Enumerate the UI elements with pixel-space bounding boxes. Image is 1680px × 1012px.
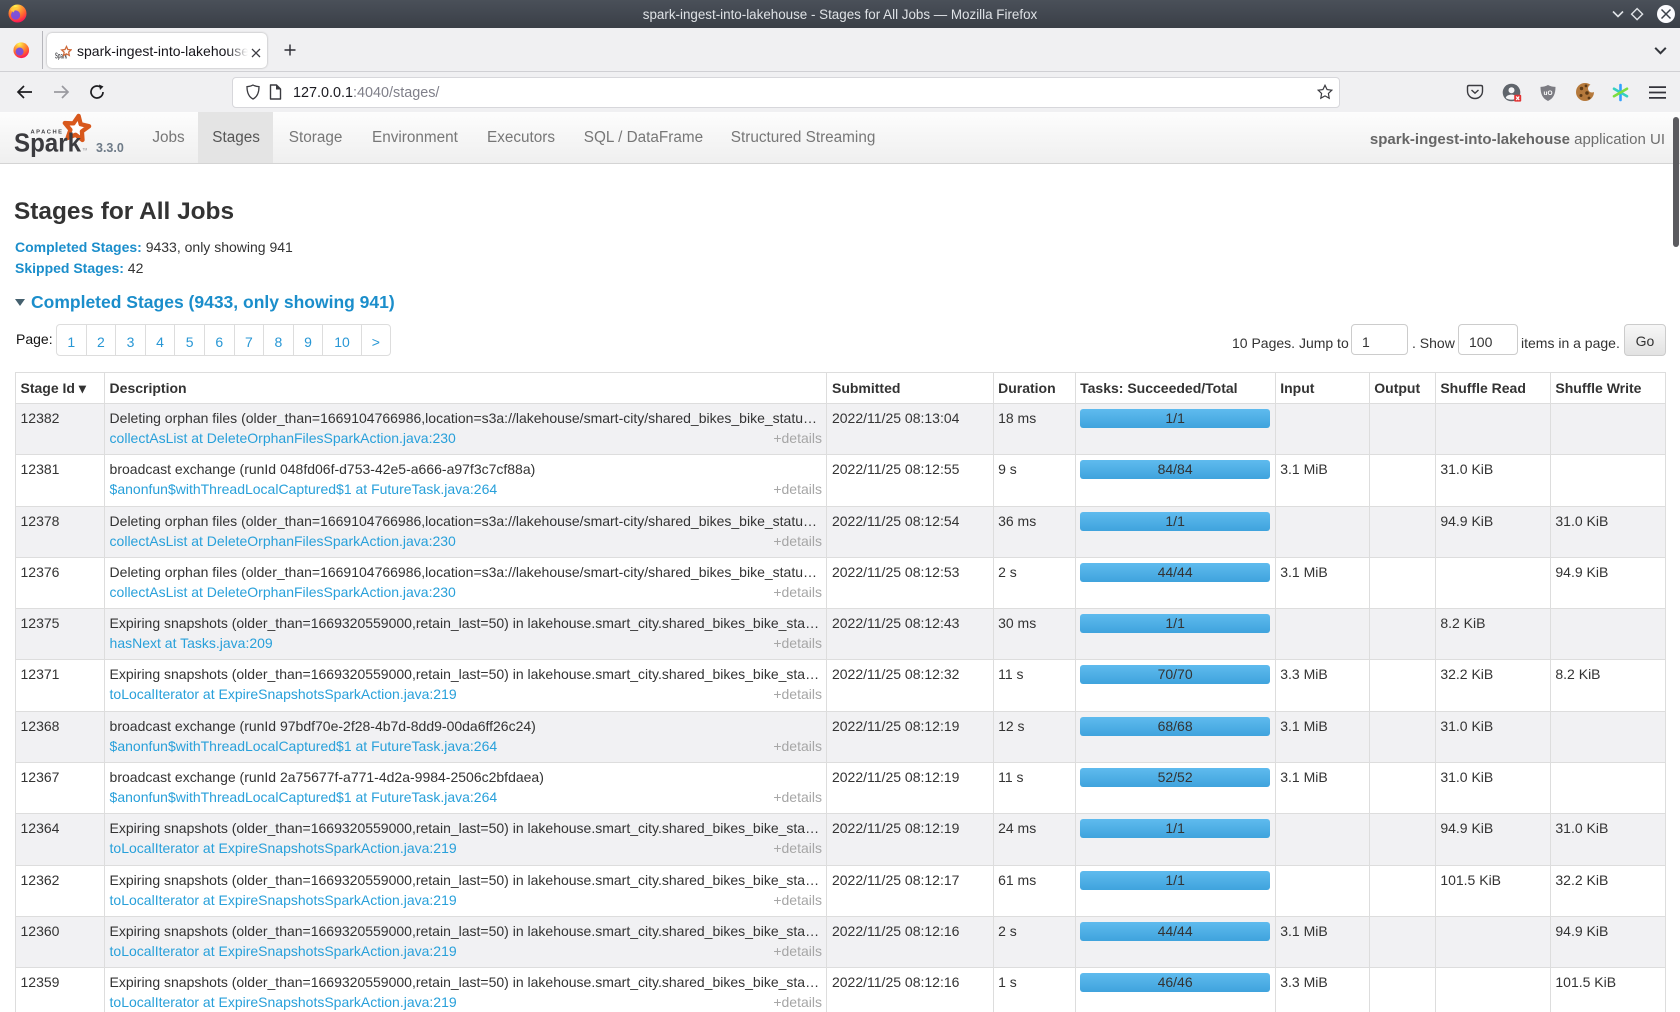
svg-text:Spark: Spark: [14, 128, 81, 158]
svg-text:TM: TM: [83, 148, 88, 152]
svg-text:uO: uO: [1543, 90, 1552, 97]
